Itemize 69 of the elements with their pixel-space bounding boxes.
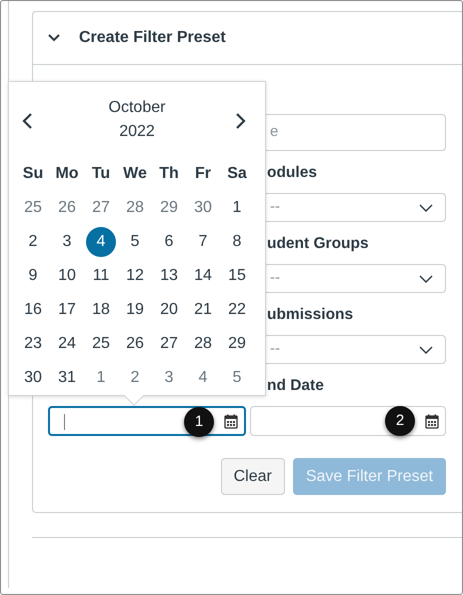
calendar-day[interactable]: 4 bbox=[188, 363, 218, 393]
calendar-day[interactable]: 27 bbox=[154, 329, 184, 359]
calendar-day[interactable]: 13 bbox=[154, 261, 184, 291]
weekday-label: Tu bbox=[92, 165, 110, 182]
date-field[interactable]: 2 bbox=[250, 406, 446, 436]
calendar-day[interactable]: 19 bbox=[120, 295, 150, 325]
calendar-day[interactable]: 25 bbox=[86, 329, 116, 359]
calendar-day[interactable]: 15 bbox=[222, 261, 252, 291]
calendar-day[interactable]: 3 bbox=[154, 363, 184, 393]
calendar-day[interactable]: 7 bbox=[188, 227, 218, 257]
calendar-day[interactable]: 18 bbox=[86, 295, 116, 325]
calendar-day[interactable]: 23 bbox=[18, 329, 48, 359]
calendar-day[interactable]: 1 bbox=[222, 193, 252, 223]
calendar-day[interactable]: 22 bbox=[222, 295, 252, 325]
calendar-icon[interactable] bbox=[224, 414, 238, 428]
calendar-day[interactable]: 12 bbox=[120, 261, 150, 291]
field-label: ubmissions bbox=[267, 305, 354, 325]
calendar-day[interactable]: 29 bbox=[154, 193, 184, 223]
caret-icon bbox=[419, 346, 433, 354]
calendar-day[interactable]: 27 bbox=[86, 193, 116, 223]
calendar-day[interactable]: 26 bbox=[52, 193, 82, 223]
year-label: 2022 bbox=[119, 123, 155, 140]
weekday-label: Th bbox=[159, 165, 179, 182]
calendar-day[interactable]: 17 bbox=[52, 295, 82, 325]
calendar-day[interactable]: 26 bbox=[120, 329, 150, 359]
calendar-day[interactable]: 8 bbox=[222, 227, 252, 257]
month-label: October bbox=[108, 99, 166, 116]
clear-button[interactable]: Clear bbox=[220, 458, 285, 495]
field-label: odules bbox=[267, 163, 318, 183]
weekday-label: Fr bbox=[195, 165, 211, 182]
calendar-day[interactable]: 25 bbox=[18, 193, 48, 223]
weekday-label: Mo bbox=[55, 165, 79, 182]
calendar-day[interactable]: 16 bbox=[18, 295, 48, 325]
callout-badge: 1 bbox=[184, 407, 214, 437]
calendar-icon[interactable] bbox=[425, 414, 439, 428]
weekday-label: Sa bbox=[227, 165, 247, 182]
calendar-day[interactable]: 30 bbox=[18, 363, 48, 393]
calendar-day[interactable]: 1 bbox=[86, 363, 116, 393]
calendar-day[interactable]: 2 bbox=[120, 363, 150, 393]
section-title[interactable]: Create Filter Preset bbox=[79, 26, 226, 50]
calendar-day[interactable]: 14 bbox=[188, 261, 218, 291]
calendar-day[interactable]: 6 bbox=[154, 227, 184, 257]
calendar-day[interactable]: 4 bbox=[86, 227, 116, 257]
calendar-day[interactable]: 2 bbox=[18, 227, 48, 257]
calendar-day[interactable]: 21 bbox=[188, 295, 218, 325]
text-cursor bbox=[64, 414, 65, 430]
calendar-day[interactable]: 28 bbox=[120, 193, 150, 223]
callout-badge: 2 bbox=[385, 406, 415, 436]
calendar-day[interactable]: 3 bbox=[52, 227, 82, 257]
date-field[interactable]: 1 bbox=[48, 406, 246, 436]
calendar-day[interactable]: 24 bbox=[52, 329, 82, 359]
next-icon[interactable] bbox=[235, 112, 247, 130]
calendar-day[interactable]: 30 bbox=[188, 193, 218, 223]
previous-icon[interactable] bbox=[21, 112, 33, 130]
field-label: udent Groups bbox=[267, 234, 370, 254]
field-label: nd Date bbox=[267, 376, 325, 396]
calendar-day[interactable]: 28 bbox=[188, 329, 218, 359]
calendar-day[interactable]: 29 bbox=[222, 329, 252, 359]
weekday-label: Su bbox=[22, 165, 44, 182]
calendar-day[interactable]: 11 bbox=[86, 261, 116, 291]
calendar-day[interactable]: 9 bbox=[18, 261, 48, 291]
calendar-day[interactable]: 5 bbox=[120, 227, 150, 257]
calendar-day[interactable]: 20 bbox=[154, 295, 184, 325]
calendar-day[interactable]: 10 bbox=[52, 261, 82, 291]
caret-icon bbox=[419, 274, 433, 282]
calendar-day[interactable]: 31 bbox=[52, 363, 82, 393]
calendar-day[interactable]: 5 bbox=[222, 363, 252, 393]
weekday-label: We bbox=[123, 165, 147, 182]
caret-icon bbox=[419, 204, 433, 212]
